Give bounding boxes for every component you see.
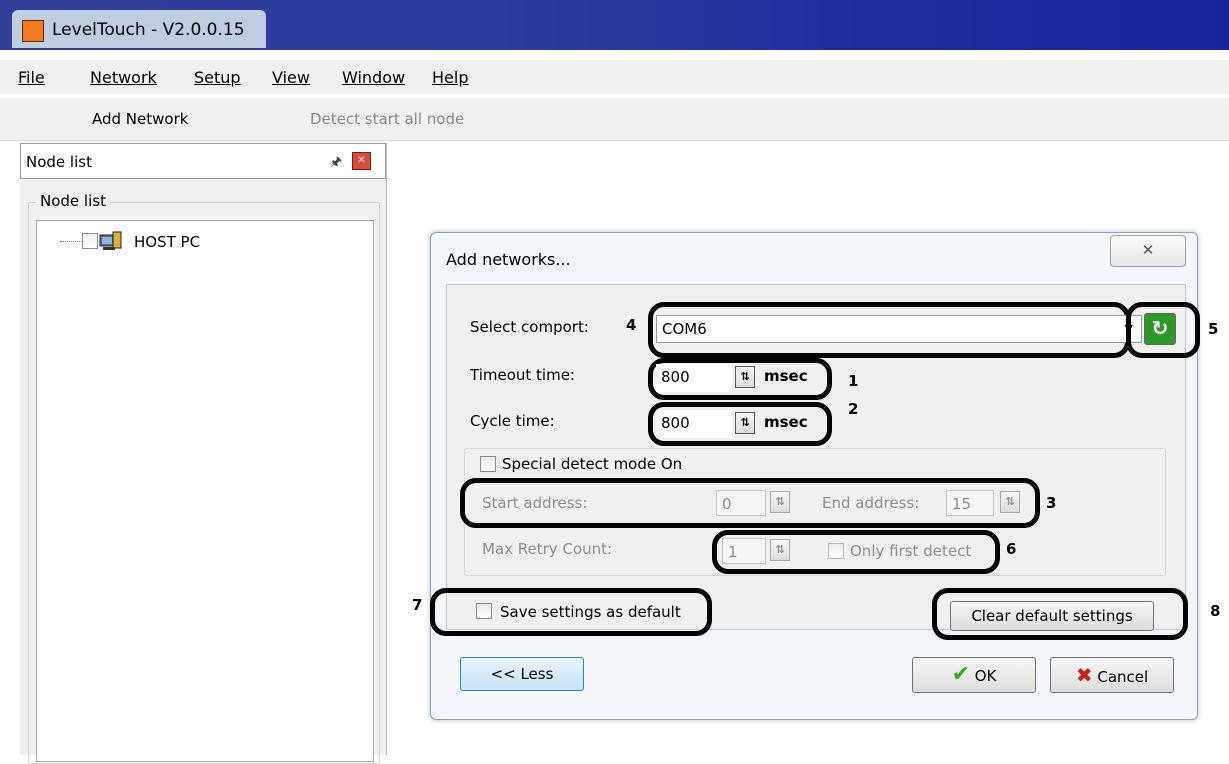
pin-icon[interactable]: 🖈: [330, 153, 342, 175]
clear-default-settings-button[interactable]: Clear default settings: [950, 601, 1154, 631]
refresh-icon[interactable]: ↻: [1144, 313, 1176, 345]
x-icon: ✖: [1075, 663, 1093, 687]
menu-help-label: Help: [432, 68, 469, 87]
host-pc-checkbox[interactable]: [82, 233, 98, 249]
max-retry-input[interactable]: 1: [722, 538, 766, 564]
comport-value: COM6: [662, 320, 707, 338]
tree-item-host-pc[interactable]: HOST PC: [134, 233, 200, 251]
detect-start-all-node-button[interactable]: Detect start all node: [310, 110, 464, 128]
timeout-time-input[interactable]: 800: [656, 364, 732, 392]
end-address-label: End address:: [822, 494, 920, 512]
less-button[interactable]: << Less: [460, 657, 584, 691]
node-list-header-title: Node list: [26, 153, 92, 171]
ok-label: OK: [974, 667, 997, 685]
menu-file-label: File: [18, 68, 45, 87]
max-retry-value: 1: [728, 543, 738, 561]
save-default-checkbox[interactable]: [476, 603, 492, 619]
end-address-spinner-icon[interactable]: ⇅: [1000, 491, 1020, 513]
tree-connector: [60, 241, 82, 242]
cycle-spinner-icon[interactable]: ⇅: [735, 412, 755, 434]
add-network-button[interactable]: Add Network: [92, 110, 188, 128]
only-first-detect-label: Only first detect: [850, 542, 972, 560]
checkmark-icon: ✔: [951, 662, 970, 687]
menu-file[interactable]: File: [18, 68, 45, 87]
callout-8: 8: [1210, 602, 1221, 620]
cancel-label: Cancel: [1097, 668, 1149, 686]
menu-setup[interactable]: Setup: [194, 68, 241, 87]
cancel-button[interactable]: ✖ Cancel: [1050, 657, 1174, 693]
node-list-group-label: Node list: [36, 192, 110, 210]
start-address-label: Start address:: [482, 494, 588, 512]
dialog-close-button[interactable]: ✕: [1110, 235, 1186, 267]
comport-select[interactable]: COM6 ▼: [656, 315, 1142, 343]
special-detect-label: Special detect mode On: [502, 455, 683, 473]
ok-button[interactable]: ✔ OK: [912, 657, 1036, 693]
end-address-value: 15: [952, 495, 972, 513]
timeout-time-label: Timeout time:: [470, 366, 575, 384]
close-icon: ✕: [1141, 241, 1155, 259]
end-address-input[interactable]: 15: [946, 490, 994, 516]
special-detect-checkbox[interactable]: [480, 456, 496, 472]
dialog-title: Add networks...: [446, 250, 571, 269]
cycle-time-value: 800: [661, 414, 690, 432]
save-default-label: Save settings as default: [500, 603, 681, 621]
cycle-unit: msec: [764, 413, 808, 431]
callout-2: 2: [848, 400, 859, 418]
callout-5: 5: [1208, 320, 1219, 338]
menu-view[interactable]: View: [272, 68, 310, 87]
callout-3: 3: [1046, 494, 1057, 512]
menu-network-label: Network: [90, 68, 157, 87]
menu-window[interactable]: Window: [342, 68, 405, 87]
select-comport-label: Select comport:: [470, 318, 589, 336]
timeout-unit: msec: [764, 367, 808, 385]
start-address-input[interactable]: 0: [716, 490, 766, 516]
host-pc-icon: [99, 231, 122, 250]
timeout-spinner-icon[interactable]: ⇅: [735, 366, 755, 388]
max-retry-label: Max Retry Count:: [482, 540, 613, 558]
menu-help[interactable]: Help: [432, 68, 468, 87]
window-title: LevelTouch - V2.0.0.15: [52, 20, 245, 40]
cycle-time-label: Cycle time:: [470, 412, 555, 430]
menu-view-label: View: [272, 68, 310, 87]
callout-4: 4: [626, 316, 637, 334]
menu-bar: [0, 60, 1229, 94]
timeout-time-value: 800: [661, 368, 690, 386]
menu-window-label: Window: [342, 68, 406, 87]
start-address-value: 0: [722, 495, 732, 513]
app-icon: [22, 20, 44, 42]
start-address-spinner-icon[interactable]: ⇅: [770, 491, 790, 513]
menu-network[interactable]: Network: [90, 68, 157, 87]
cycle-time-input[interactable]: 800: [656, 410, 732, 438]
max-retry-spinner-icon[interactable]: ⇅: [770, 539, 790, 561]
callout-1: 1: [848, 372, 859, 390]
node-tree[interactable]: [36, 220, 374, 762]
close-icon[interactable]: ✕: [352, 152, 371, 170]
callout-7: 7: [412, 596, 423, 614]
only-first-detect-checkbox[interactable]: [828, 543, 844, 559]
callout-6: 6: [1006, 540, 1017, 558]
menu-setup-label: Setup: [194, 68, 241, 87]
